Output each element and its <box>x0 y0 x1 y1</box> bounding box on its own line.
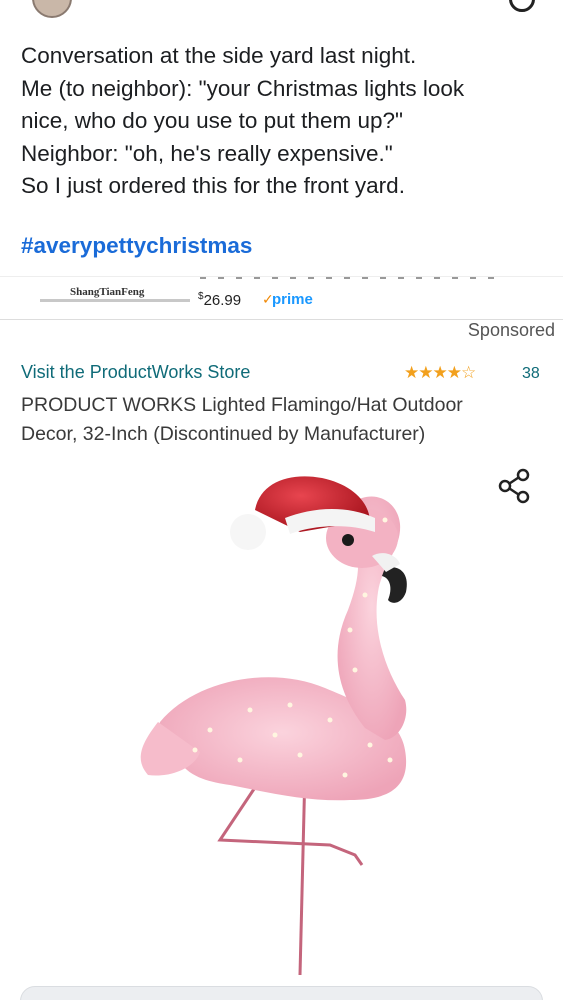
brand-logo: ShangTianFeng <box>70 286 145 298</box>
flamingo-beak <box>382 567 407 603</box>
cropped-text-line <box>200 277 500 279</box>
post-line: So I just ordered this for the front yar… <box>21 173 405 198</box>
top-bar <box>0 0 563 30</box>
rating-count[interactable]: 38 <box>522 365 540 383</box>
search-icon[interactable] <box>509 0 535 12</box>
hashtag-link[interactable]: #averypettychristmas <box>21 233 252 259</box>
product-image[interactable] <box>100 460 480 980</box>
post-body: Conversation at the side yard last night… <box>21 40 546 203</box>
product-title[interactable]: PRODUCT WORKS Lighted Flamingo/Hat Outdo… <box>21 391 551 449</box>
product-title-line: PRODUCT WORKS Lighted Flamingo/Hat Outdo… <box>21 394 463 416</box>
price-value: 26.99 <box>203 292 242 309</box>
comment-input-bar[interactable] <box>20 986 543 1000</box>
flamingo-legs <box>217 769 364 976</box>
post-line: Conversation at the side yard last night… <box>21 43 417 68</box>
previous-ad-strip: ShangTianFeng $26.99 ✓ prime <box>0 276 563 320</box>
post-line: Neighbor: "oh, he's really expensive." <box>21 140 393 166</box>
santa-hat-pompom <box>230 514 266 550</box>
rating-stars[interactable]: ★★★★☆ <box>404 363 476 383</box>
avatar[interactable] <box>32 0 72 18</box>
post-line: nice, who do you use to put them up?" <box>21 108 403 133</box>
flamingo-eye <box>342 534 354 546</box>
brand-subtitle-line <box>40 299 190 302</box>
sponsored-label: Sponsored <box>467 320 555 340</box>
post-line: Me (to neighbor): "your Christmas lights… <box>21 75 465 101</box>
product-title-line: Decor, 32-Inch (Discontinued by Manufact… <box>21 423 426 445</box>
store-link[interactable]: Visit the ProductWorks Store <box>21 362 250 383</box>
price: $26.99 <box>198 291 241 309</box>
share-icon[interactable] <box>495 466 533 504</box>
prime-badge: prime <box>272 291 313 308</box>
